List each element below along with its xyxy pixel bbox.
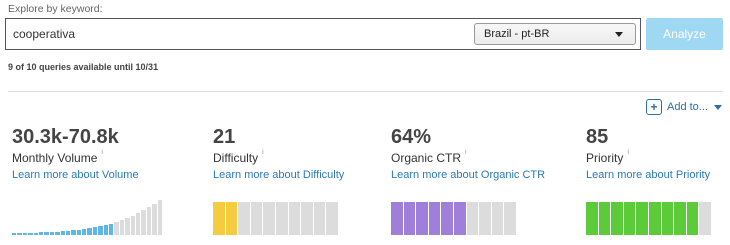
chevron-down-icon — [615, 32, 623, 37]
volume-bar — [22, 233, 28, 235]
priority-meter — [586, 202, 712, 235]
meter-segment — [598, 202, 611, 235]
locale-select[interactable]: Brazil - pt-BR — [474, 23, 636, 45]
volume-bar — [12, 233, 17, 235]
metric-label: Monthly Volume — [12, 151, 98, 165]
volume-bar — [119, 220, 125, 235]
meter-segment — [623, 202, 636, 235]
volume-bar — [55, 232, 60, 235]
organic-ctr-meter — [391, 202, 517, 235]
meter-segment — [213, 202, 225, 235]
volume-bar — [71, 230, 76, 235]
chevron-down-icon — [713, 104, 722, 110]
meter-segment — [636, 202, 648, 235]
meter-segment — [686, 202, 699, 235]
meter-segment — [428, 202, 441, 235]
volume-bar-chart — [12, 198, 164, 235]
meter-segment — [699, 202, 711, 235]
volume-bar — [146, 207, 152, 235]
volume-bar — [157, 200, 162, 235]
meter-segment — [586, 202, 598, 235]
volume-bar — [103, 225, 109, 235]
explore-label: Explore by keyword: — [8, 3, 103, 15]
meter-segment — [611, 202, 623, 235]
volume-bar — [82, 229, 87, 235]
meter-segment — [453, 202, 466, 235]
meter-segment — [504, 202, 516, 235]
volume-bar — [33, 233, 38, 235]
learn-more-priority-link[interactable]: Learn more about Priority — [586, 169, 710, 181]
analyze-button[interactable]: Analyze — [646, 18, 723, 50]
volume-bar — [17, 233, 22, 235]
metric-value: 85 — [586, 126, 609, 148]
keyword-input[interactable] — [13, 27, 453, 41]
volume-bar — [109, 224, 114, 235]
volume-bar — [38, 232, 44, 235]
meter-segment — [238, 202, 250, 235]
meter-segment — [313, 202, 326, 235]
divider — [8, 91, 723, 92]
metric-difficulty: 21 Difficulty i Learn more about Difficu… — [213, 125, 344, 181]
meter-segment — [275, 202, 288, 235]
meter-segment — [416, 202, 428, 235]
query-quota-text: 9 of 10 queries available until 10/31 — [8, 62, 159, 72]
add-to-button[interactable]: + Add to... — [646, 98, 722, 116]
metric-label: Difficulty — [213, 151, 259, 165]
meter-segment — [263, 202, 275, 235]
volume-bar — [65, 231, 71, 235]
metric-value: 64% — [391, 126, 432, 148]
meter-segment — [403, 202, 416, 235]
meter-segment — [466, 202, 479, 235]
volume-bar — [49, 232, 55, 235]
metric-monthly-volume: 30.3k-70.8k Monthly Volume i Learn more … — [12, 125, 139, 181]
volume-bar — [135, 213, 141, 235]
metric-value: 21 — [213, 126, 236, 148]
metric-value: 30.3k-70.8k — [12, 126, 119, 148]
meter-segment — [661, 202, 674, 235]
volume-bar — [125, 218, 130, 235]
info-icon[interactable]: i — [627, 149, 629, 156]
plus-box-icon: + — [646, 99, 662, 115]
meter-segment — [391, 202, 403, 235]
meter-segment — [250, 202, 263, 235]
meter-segment — [288, 202, 301, 235]
volume-bar — [114, 222, 119, 235]
learn-more-volume-link[interactable]: Learn more about Volume — [12, 169, 139, 181]
volume-bar — [152, 204, 157, 235]
meter-segment — [326, 202, 338, 235]
info-icon[interactable]: i — [465, 149, 467, 156]
keyword-search-box: Brazil - pt-BR — [5, 18, 641, 50]
metric-label: Organic CTR — [391, 151, 462, 165]
difficulty-meter — [213, 202, 339, 235]
info-icon[interactable]: i — [262, 149, 264, 156]
info-icon[interactable]: i — [101, 149, 103, 156]
learn-more-ctr-link[interactable]: Learn more about Organic CTR — [391, 169, 545, 181]
meter-segment — [674, 202, 686, 235]
meter-segment — [479, 202, 491, 235]
meter-segment — [225, 202, 238, 235]
metric-organic-ctr: 64% Organic CTR i Learn more about Organ… — [391, 125, 545, 181]
metric-label: Priority — [586, 151, 624, 165]
meter-segment — [301, 202, 313, 235]
volume-bar — [141, 210, 146, 235]
meter-segment — [648, 202, 661, 235]
locale-select-value: Brazil - pt-BR — [484, 28, 550, 40]
meter-segment — [491, 202, 504, 235]
volume-bar — [130, 216, 135, 235]
volume-bar — [60, 231, 65, 235]
volume-bar — [87, 228, 92, 235]
metric-priority: 85 Priority i Learn more about Priority — [586, 125, 710, 181]
meter-segment — [441, 202, 453, 235]
volume-bar — [98, 226, 103, 235]
add-to-label: Add to... — [667, 101, 708, 113]
volume-bar — [28, 233, 33, 235]
volume-bar — [92, 227, 98, 235]
learn-more-difficulty-link[interactable]: Learn more about Difficulty — [213, 169, 344, 181]
volume-bar — [76, 230, 82, 235]
volume-bar — [44, 232, 49, 235]
